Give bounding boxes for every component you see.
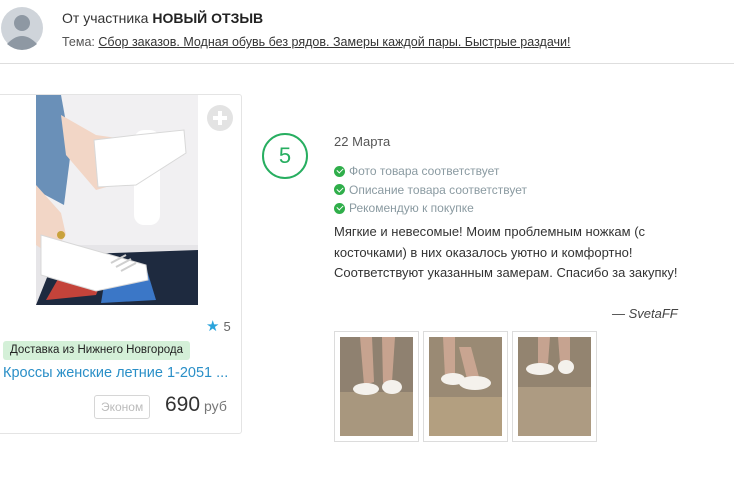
delivery-badge: Доставка из Нижнего Новгорода [3, 341, 190, 360]
product-price: 690 руб [165, 393, 227, 417]
check-label: Описание товара соответствует [349, 182, 528, 197]
check-recommend: Рекомендую к покупке [334, 199, 527, 218]
review-photo-thumbnail[interactable] [423, 331, 508, 442]
add-to-favorites-button[interactable] [207, 105, 233, 131]
header-prefix: От участника [62, 10, 149, 26]
check-circle-icon [334, 202, 345, 214]
price-currency: руб [204, 398, 227, 414]
econom-badge: Эконом [94, 395, 151, 419]
user-avatar-icon[interactable] [0, 4, 44, 52]
header-review-label: НОВЫЙ ОТЗЫВ [152, 10, 264, 26]
check-circle-icon [334, 165, 345, 177]
product-photo[interactable] [36, 95, 198, 305]
product-title-link[interactable]: Кроссы женские летние 1-2051 ... [3, 365, 235, 381]
check-label: Фото товара соответствует [349, 164, 500, 179]
check-circle-icon [334, 184, 345, 196]
review-author: — SvetaFF [612, 306, 678, 321]
topic-link[interactable]: Сбор заказов. Модная обувь без рядов. За… [98, 35, 570, 49]
review-date: 22 Марта [334, 134, 391, 149]
product-rating: ★ 5 [206, 317, 231, 335]
check-description-matches: Описание товара соответствует [334, 181, 527, 200]
check-photo-matches: Фото товара соответствует [334, 162, 527, 181]
product-rating-value: 5 [223, 319, 231, 334]
price-value: 690 [165, 393, 201, 416]
review-photo-thumbnail[interactable] [334, 331, 419, 442]
check-label: Рекомендую к покупке [349, 201, 474, 216]
header-title: От участника НОВЫЙ ОТЗЫВ [62, 10, 263, 26]
review-photo-thumbnail[interactable] [512, 331, 597, 442]
topic-label: Тема: [62, 35, 95, 49]
review-photos [334, 331, 601, 442]
product-card[interactable]: ★ 5 Доставка из Нижнего Новгорода Кроссы … [0, 94, 242, 434]
plus-icon [213, 111, 227, 125]
review-checks: Фото товара соответствует Описание товар… [334, 162, 527, 218]
star-icon: ★ [206, 318, 220, 335]
header-topic: Тема: Сбор заказов. Модная обувь без ряд… [62, 35, 570, 49]
review-header: От участника НОВЫЙ ОТЗЫВ Тема: Сбор зака… [0, 0, 734, 64]
review-score-badge: 5 [262, 133, 308, 179]
review-text: Мягкие и невесомые! Моим проблемным ножк… [334, 224, 678, 280]
